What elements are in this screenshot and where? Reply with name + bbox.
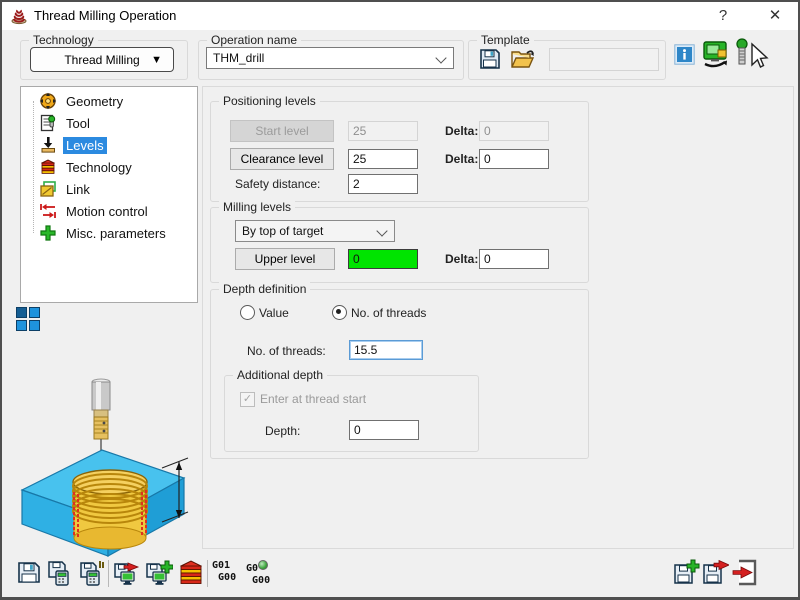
save-and-add-icon[interactable]: [673, 559, 701, 587]
title-bar: Thread Milling Operation ? ✕: [2, 2, 798, 30]
upper-delta-field[interactable]: [479, 249, 549, 269]
upper-level-field[interactable]: [348, 249, 418, 269]
app-logo-icon: [10, 7, 28, 25]
positioning-levels-label: Positioning levels: [219, 94, 320, 108]
exit-icon[interactable]: [731, 559, 759, 587]
start-delta-label: Delta:: [445, 124, 478, 138]
no-of-threads-field[interactable]: [349, 340, 423, 360]
toolbar-separator: [108, 560, 109, 587]
tree-item-geometry[interactable]: Geometry: [39, 90, 126, 112]
link-icon: [39, 180, 57, 198]
start-level-field[interactable]: [348, 121, 418, 141]
save-simulate-add-icon[interactable]: [145, 559, 173, 587]
enter-at-thread-start-label: Enter at thread start: [260, 392, 366, 406]
thread-milling-preview-image: [14, 370, 194, 558]
tree-item-motion-control[interactable]: Motion control: [39, 200, 151, 222]
tree-item-label: Technology: [63, 159, 135, 176]
grid-view-icon[interactable]: [16, 307, 42, 333]
tool-cursor-icon[interactable]: [733, 38, 769, 70]
misc-parameters-icon: [39, 224, 57, 242]
geometry-icon: [39, 92, 57, 110]
tree-item-link[interactable]: Link: [39, 178, 93, 200]
start-level-button[interactable]: Start level: [230, 120, 334, 142]
technology-dropdown[interactable]: Thread Milling ▼: [30, 47, 174, 72]
levels-icon: [39, 136, 57, 154]
tree-connector-line: [33, 101, 34, 233]
machine-simulation-icon[interactable]: [702, 40, 731, 69]
tree-item-label: Motion control: [63, 203, 151, 220]
technology-icon: [39, 158, 57, 176]
milling-mode-combobox[interactable]: By top of target: [235, 220, 395, 242]
operation-name-value: THM_drill: [213, 51, 264, 65]
chevron-down-icon: [376, 225, 387, 236]
toolbar-separator: [207, 560, 208, 587]
technology-group-label: Technology: [29, 33, 98, 47]
clearance-level-field[interactable]: [348, 149, 418, 169]
tree-item-label: Tool: [63, 115, 93, 132]
operation-name-combobox[interactable]: THM_drill: [206, 47, 454, 69]
safety-distance-field[interactable]: [348, 174, 418, 194]
upper-delta-label: Delta:: [445, 252, 478, 266]
start-delta-field[interactable]: [479, 121, 549, 141]
tree-item-label: Geometry: [63, 93, 126, 110]
save-calculate-icon[interactable]: [47, 559, 75, 587]
additional-depth-group: Additional depth: [224, 375, 479, 452]
upper-level-button[interactable]: Upper level: [235, 248, 335, 270]
technology-stack-icon[interactable]: [177, 559, 205, 587]
help-button[interactable]: ?: [705, 2, 741, 30]
technology-dropdown-value: Thread Milling: [64, 53, 139, 67]
operation-name-group-label: Operation name: [207, 33, 301, 47]
gcode-display-icon[interactable]: G01 G00: [212, 560, 236, 584]
depth-definition-label: Depth definition: [219, 282, 310, 296]
tree-item-label: Levels: [63, 137, 107, 154]
tree-item-technology[interactable]: Technology: [39, 156, 135, 178]
tree-item-label: Link: [63, 181, 93, 198]
save-template-icon[interactable]: [478, 47, 502, 71]
gcode-check-icon[interactable]: G0 G00: [246, 560, 270, 587]
window-title: Thread Milling Operation: [34, 2, 176, 30]
load-template-icon[interactable]: [510, 47, 537, 71]
no-of-threads-label: No. of threads:: [247, 344, 326, 358]
milling-levels-label: Milling levels: [219, 200, 295, 214]
clearance-delta-label: Delta:: [445, 152, 478, 166]
template-group-label: Template: [477, 33, 534, 47]
thread-milling-dialog: Thread Milling Operation ? ✕ Technology …: [0, 0, 800, 600]
tool-icon: [39, 114, 57, 132]
dropdown-arrow-icon: ▼: [151, 54, 162, 66]
clearance-level-button[interactable]: Clearance level: [230, 148, 334, 170]
additional-depth-label: Additional depth: [233, 368, 327, 382]
milling-levels-group: Milling levels: [210, 207, 589, 283]
safety-distance-label: Safety distance:: [235, 177, 320, 191]
motion-control-icon: [39, 202, 57, 220]
radio-value-label[interactable]: Value: [259, 306, 289, 320]
info-icon[interactable]: [674, 44, 695, 65]
tree-item-tool[interactable]: Tool: [39, 112, 93, 134]
radio-no-of-threads[interactable]: [332, 305, 347, 320]
clearance-delta-field[interactable]: [479, 149, 549, 169]
tree-item-levels[interactable]: Levels: [39, 134, 107, 156]
additional-depth-value-label: Depth:: [265, 424, 300, 438]
tree-item-misc-parameters[interactable]: Misc. parameters: [39, 222, 169, 244]
additional-depth-field[interactable]: [349, 420, 419, 440]
radio-threads-label[interactable]: No. of threads: [351, 306, 426, 320]
save-icon[interactable]: [16, 559, 44, 587]
tree-item-label: Misc. parameters: [63, 225, 169, 242]
globe-icon: [258, 560, 268, 570]
radio-selected-dot: [336, 309, 341, 314]
enter-at-thread-start-checkbox[interactable]: ✓: [240, 392, 255, 407]
milling-mode-value: By top of target: [242, 224, 323, 238]
save-and-exit-icon[interactable]: [702, 559, 730, 587]
chevron-down-icon: [435, 52, 446, 63]
save-calculate-all-icon[interactable]: [79, 559, 107, 587]
radio-value[interactable]: [240, 305, 255, 320]
template-name-field[interactable]: [549, 48, 659, 71]
close-button[interactable]: ✕: [755, 2, 795, 30]
checkmark-icon: ✓: [243, 393, 252, 405]
save-simulate-icon[interactable]: [113, 559, 141, 587]
operation-tree-panel: Geometry Tool Levels: [20, 86, 198, 303]
